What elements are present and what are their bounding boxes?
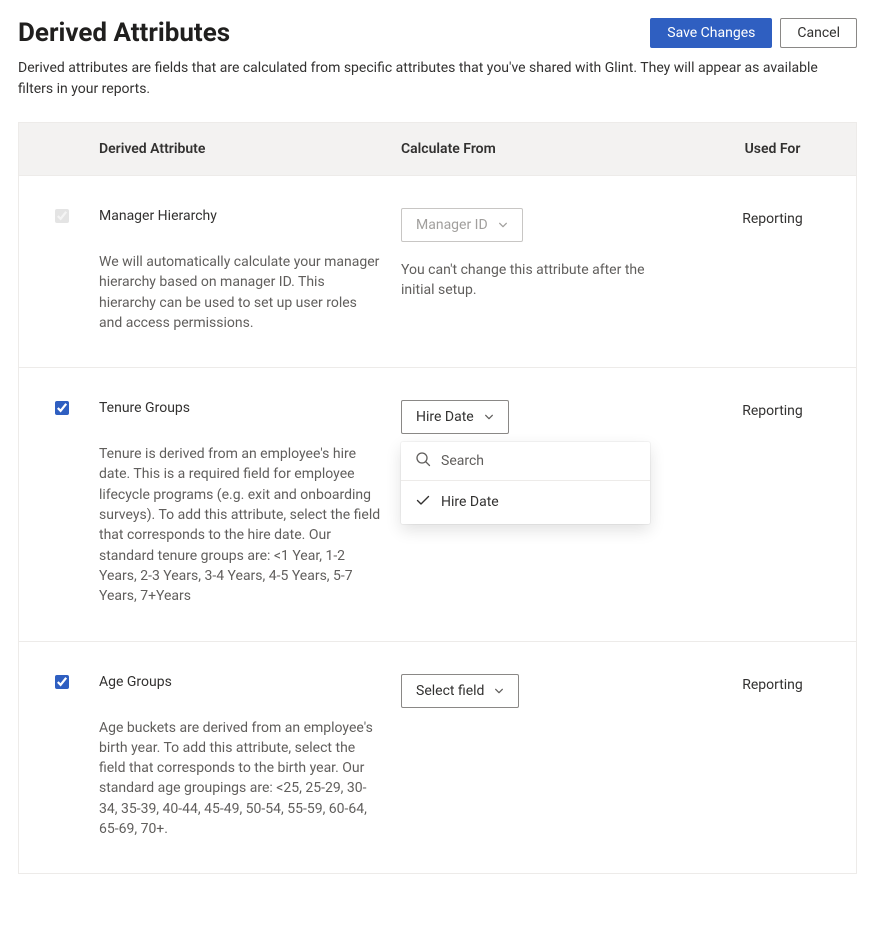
row-checkbox[interactable]: [55, 675, 69, 689]
col-header-calculate: Calculate From: [401, 141, 689, 157]
col-header-used: Used For: [689, 141, 856, 157]
attribute-description: Age buckets are derived from an employee…: [99, 718, 381, 840]
cancel-button[interactable]: Cancel: [780, 18, 857, 48]
attribute-description: Tenure is derived from an employee's hir…: [99, 444, 381, 606]
attribute-title: Tenure Groups: [99, 400, 381, 416]
row-checkbox: [55, 209, 69, 223]
used-for-value: Reporting: [742, 677, 803, 693]
search-icon: [415, 451, 431, 471]
calculate-note: You can't change this attribute after th…: [401, 260, 651, 301]
attribute-description: We will automatically calculate your man…: [99, 252, 381, 333]
table-row: Manager Hierarchy We will automatically …: [19, 176, 856, 368]
select-value: Manager ID: [416, 216, 488, 234]
save-button[interactable]: Save Changes: [650, 18, 772, 48]
dropdown-search: [401, 442, 650, 481]
derived-attributes-table: Derived Attribute Calculate From Used Fo…: [18, 122, 857, 874]
table-header-row: Derived Attribute Calculate From Used Fo…: [19, 123, 856, 176]
chevron-down-icon: [498, 220, 508, 230]
chevron-down-icon: [484, 412, 494, 422]
used-for-value: Reporting: [742, 211, 803, 227]
row-checkbox[interactable]: [55, 401, 69, 415]
dropdown-option[interactable]: Hire Date: [401, 481, 650, 524]
dropdown-search-input[interactable]: [441, 453, 636, 469]
dropdown-panel: Hire Date: [401, 442, 650, 524]
calculate-from-select[interactable]: Select field: [401, 674, 519, 708]
select-value: Select field: [416, 682, 484, 700]
attribute-title: Age Groups: [99, 674, 381, 690]
select-value: Hire Date: [416, 408, 474, 426]
used-for-value: Reporting: [742, 403, 803, 419]
check-icon: [415, 492, 431, 512]
header-actions: Save Changes Cancel: [650, 18, 857, 48]
chevron-down-icon: [494, 686, 504, 696]
attribute-title: Manager Hierarchy: [99, 208, 381, 224]
calculate-from-select: Manager ID: [401, 208, 523, 242]
dropdown-option-label: Hire Date: [441, 494, 499, 510]
page-subtitle: Derived attributes are fields that are c…: [18, 58, 848, 100]
table-row: Age Groups Age buckets are derived from …: [19, 642, 856, 874]
table-row: Tenure Groups Tenure is derived from an …: [19, 368, 856, 641]
col-header-attribute: Derived Attribute: [99, 141, 401, 157]
calculate-from-select[interactable]: Hire Date: [401, 400, 509, 434]
page-title: Derived Attributes: [18, 18, 230, 48]
